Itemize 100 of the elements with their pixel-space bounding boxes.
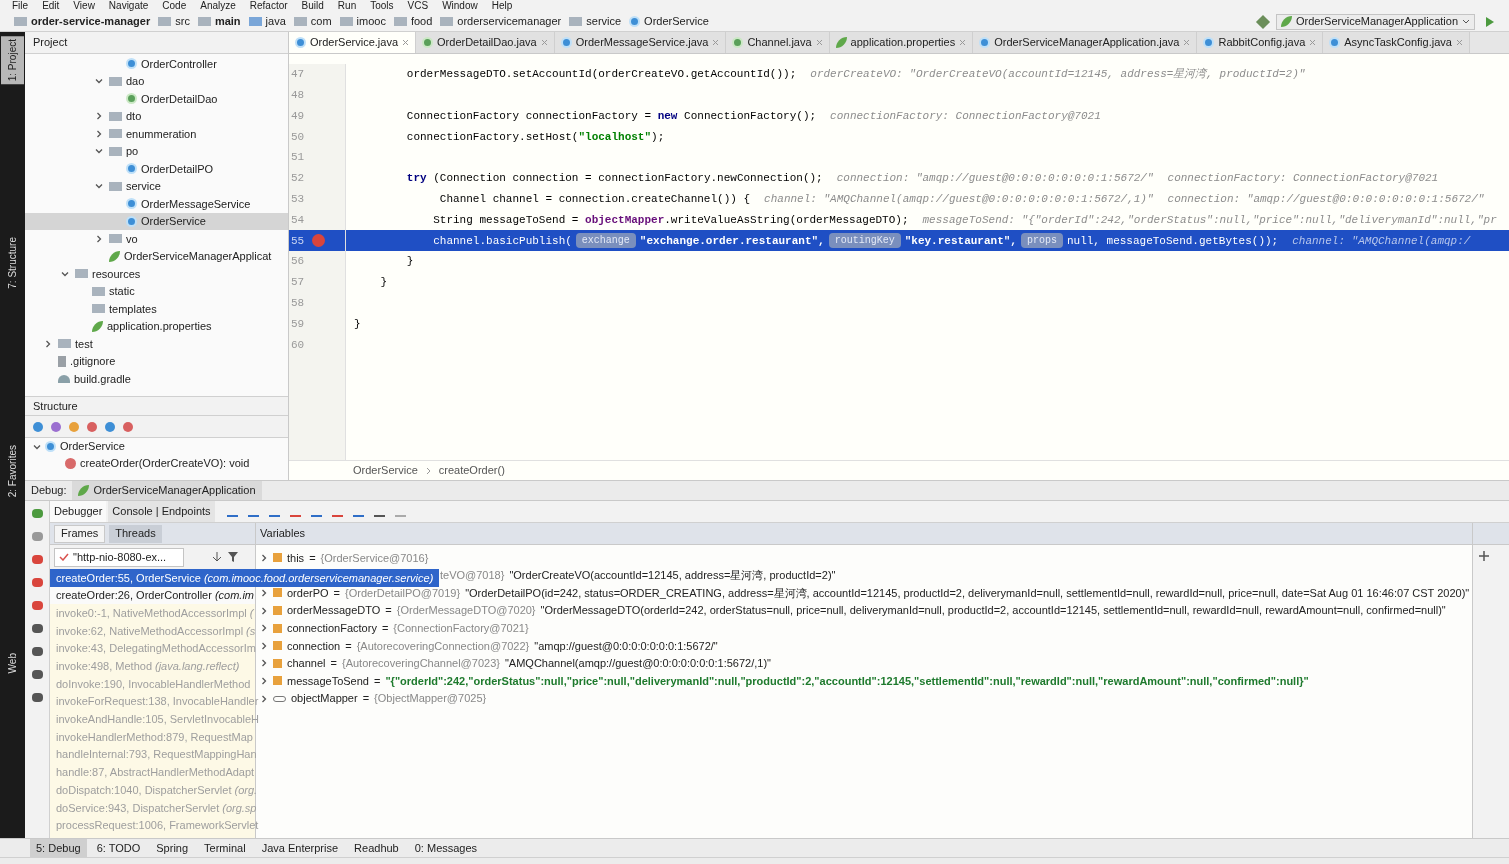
menu-item[interactable]: Navigate	[108, 0, 149, 12]
debug-session-tab[interactable]: OrderServiceManagerApplication	[72, 481, 262, 500]
tree-item[interactable]: build.gradle	[25, 370, 288, 388]
project-panel-title[interactable]: Project	[33, 34, 68, 51]
breadcrumb-item[interactable]: com	[293, 13, 340, 30]
tree-item[interactable]: dao	[25, 72, 288, 90]
tree-item[interactable]: OrderDetailDao	[25, 90, 288, 108]
run-configuration-dropdown[interactable]: OrderServiceManagerApplication	[1275, 13, 1475, 30]
menu-item[interactable]: Analyze	[200, 0, 236, 12]
tree-item[interactable]: service	[25, 177, 288, 195]
code-text: .writeValueAsString(orderMessageDTO);	[664, 212, 909, 228]
tool-window-stripe-button[interactable]: 7: Structure	[1, 234, 24, 292]
debug-tab[interactable]: Console | Endpoints	[108, 501, 215, 522]
breadcrumb-item[interactable]: food	[393, 13, 441, 30]
menu-item[interactable]: Build	[301, 0, 324, 12]
tool-window-button[interactable]: Java Enterprise	[255, 839, 345, 857]
debug-action-icon[interactable]	[31, 624, 43, 633]
tool-window-stripe-button[interactable]: Web	[1, 650, 24, 677]
debug-action-icon[interactable]	[31, 555, 43, 564]
editor-tab[interactable]: application.properties	[829, 32, 974, 53]
tree-item[interactable]: vo	[25, 230, 288, 248]
breadcrumb-item[interactable]: imooc	[339, 13, 394, 30]
tree-item[interactable]: OrderDetailPO	[25, 160, 288, 178]
editor-tab[interactable]: OrderMessageService.java	[554, 32, 727, 53]
editor-tab[interactable]: OrderService.java	[289, 32, 417, 53]
tree-item[interactable]: static	[25, 282, 288, 300]
code-breadcrumb[interactable]: OrderService	[353, 462, 418, 479]
breadcrumb-item[interactable]: src	[158, 13, 198, 30]
tree-item[interactable]: .gitignore	[25, 352, 288, 370]
line-number: 56	[291, 254, 305, 270]
run-icon[interactable]	[1485, 16, 1495, 27]
frames-tab[interactable]: Threads	[109, 524, 162, 543]
tree-item[interactable]: OrderMessageService	[25, 195, 288, 213]
menu-item[interactable]: VCS	[407, 0, 429, 12]
tool-window-button[interactable]: 6: TODO	[90, 839, 147, 857]
code-breadcrumb[interactable]: createOrder()	[438, 462, 505, 479]
tool-window-button[interactable]: 0: Messages	[408, 839, 484, 857]
debug-tab[interactable]: Debugger	[50, 501, 107, 522]
code-keyword: try	[406, 171, 427, 187]
menu-item[interactable]: Code	[162, 0, 187, 12]
tree-item[interactable]: OrderServiceManagerApplicat	[25, 247, 288, 265]
folder-icon	[339, 17, 353, 26]
breadcrumb-item[interactable]: OrderService	[629, 13, 717, 30]
debug-action-icon[interactable]	[31, 693, 43, 702]
menu-item[interactable]: Run	[337, 0, 357, 12]
breadcrumb-item[interactable]: main	[197, 13, 249, 30]
editor-tab[interactable]: AsyncTaskConfig.java	[1323, 32, 1470, 53]
add-icon[interactable]	[1479, 551, 1489, 561]
variable-row[interactable]: this = {OrderService@7016}	[256, 549, 429, 567]
variable-row[interactable]: teVO@7018} "OrderCreateVO(accountId=12145, address=星河湾, productId=2)"	[440, 566, 836, 585]
variable-row[interactable]: orderPO = {OrderDetailPO@7019} "OrderDetailPO(id=242, status=ORDER_CREATING, address=星河湾, accountId=12145, productId=2, deliverymanId=null, settlementId=null, rewardId=null, price=null, date=Sat Aug 01 16:46:07 CST 2020)"	[256, 584, 1470, 602]
close-icon[interactable]	[402, 39, 410, 46]
tree-item[interactable]: resources	[25, 265, 288, 283]
variable-row[interactable]: connection = {AutorecoveringConnection@7022} "amqp://guest@0:0:0:0:0:0:0:1:5672/"	[256, 636, 718, 655]
variable-row[interactable]: connectionFactory = {ConnectionFactory@7021}	[256, 619, 529, 637]
editor-tab[interactable]: OrderServiceManagerApplication.java	[973, 32, 1198, 53]
tree-item[interactable]: enummeration	[25, 125, 288, 143]
tree-item[interactable]: OrderController	[25, 55, 288, 73]
menu-item[interactable]: Window	[442, 0, 478, 12]
tree-item[interactable]: templates	[25, 300, 288, 318]
tree-item[interactable]: po	[25, 142, 288, 160]
tool-window-stripe-button[interactable]: 1: Project	[1, 36, 24, 85]
editor-tab[interactable]: OrderDetailDao.java	[416, 32, 555, 53]
menu-item[interactable]: Edit	[42, 0, 60, 12]
spring-leaf-icon	[78, 485, 90, 496]
menu-item[interactable]: File	[12, 0, 29, 12]
debug-action-icon[interactable]	[31, 578, 43, 587]
tool-window-stripe-button[interactable]: 2: Favorites	[1, 441, 24, 501]
frames-tab[interactable]: Frames	[54, 524, 106, 543]
menu-item[interactable]: View	[73, 0, 95, 12]
variable-row[interactable]: orderMessageDTO = {OrderMessageDTO@7020} "OrderMessageDTO(orderId=242, orderStatus=null, price=null, deliverymanId=null, productId=2, accountId=12145, settlementId=null, rewardId=null, rewardAmount=null, confirmed=null)"	[256, 601, 1446, 620]
tree-item[interactable]: OrderService	[25, 212, 288, 230]
structure-class[interactable]: OrderService	[60, 438, 125, 455]
tool-window-button[interactable]: Readhub	[348, 839, 405, 857]
tool-window-button[interactable]: Spring	[150, 839, 195, 857]
variable-row[interactable]: channel = {AutorecoveringChannel@7023} "AMQChannel(amqp://guest@0:0:0:0:0:0:0:1:5672/,1)"	[256, 654, 771, 673]
menu-item[interactable]: Refactor	[249, 0, 288, 12]
thread-dropdown[interactable]: "http-nio-8080-ex...	[54, 547, 184, 567]
stack-frame[interactable]: createOrder:55, OrderService (com.imooc.food.orderservicemanager.service)	[50, 569, 440, 587]
editor-tab[interactable]: RabbitConfig.java	[1197, 32, 1324, 53]
tool-window-button[interactable]: 5: Debug	[30, 839, 87, 857]
tree-item[interactable]: application.properties	[25, 317, 288, 335]
menu-item[interactable]: Tools	[370, 0, 394, 12]
code-text: null, messageToSend.getBytes());	[1066, 233, 1279, 249]
tree-item[interactable]: test	[25, 335, 288, 353]
structure-method[interactable]: createOrder(OrderCreateVO): void	[80, 455, 250, 472]
breadcrumb-item[interactable]: order-service-manager	[14, 13, 159, 30]
down-arrow-icon[interactable]	[212, 552, 222, 562]
breadcrumb-item[interactable]: orderservicemanager	[440, 13, 570, 30]
debug-action-icon[interactable]	[31, 601, 43, 610]
debug-action-icon[interactable]	[31, 670, 43, 679]
debug-action-icon[interactable]	[31, 647, 43, 656]
variable-row[interactable]: messageToSend = "{"orderId":242,"orderStatus":null,"price":null,"deliverymanId":null,"productId":2,"accountId":12145,"settlementId":null,"rewardId":null,"rewardAmount":null,"confirmed":null}"	[256, 672, 1309, 690]
breadcrumb-item[interactable]: java	[248, 13, 294, 30]
editor-tab[interactable]: Channel.java	[726, 32, 830, 53]
menu-item[interactable]: Help	[491, 0, 513, 12]
debug-action-icon[interactable]	[31, 509, 43, 518]
tree-item[interactable]: dto	[25, 107, 288, 125]
breadcrumb-item[interactable]: service	[569, 13, 630, 30]
tool-window-button[interactable]: Terminal	[198, 839, 252, 857]
